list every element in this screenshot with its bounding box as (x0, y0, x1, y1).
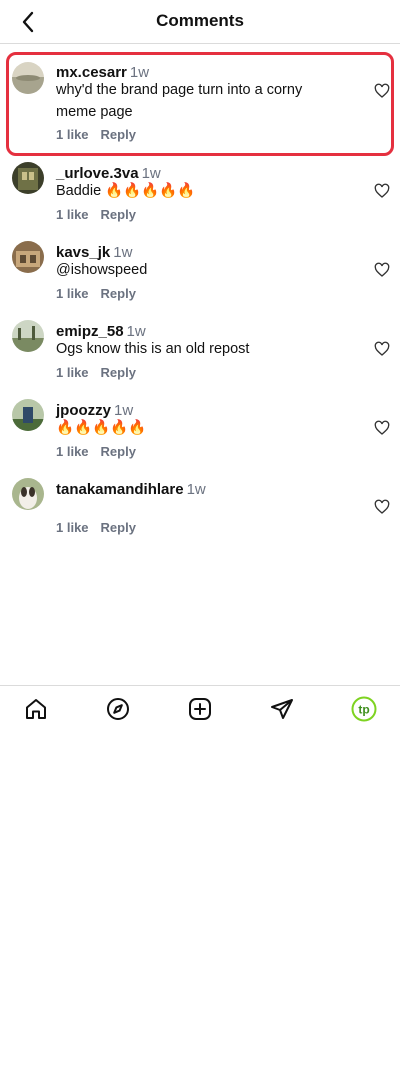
home-icon (26, 699, 46, 719)
create-plus-icon (189, 698, 211, 720)
reply-button[interactable]: Reply (101, 207, 136, 222)
comment-username[interactable]: tanakamandihlare (56, 481, 184, 498)
reply-button[interactable]: Reply (101, 127, 136, 142)
comment-actions: 1 like Reply (56, 365, 136, 380)
comment-meta: tanakamandihlare 1w (56, 481, 206, 499)
profile-avatar: tp (351, 696, 377, 722)
like-count[interactable]: 1 like (56, 127, 89, 142)
heart-icon[interactable] (374, 83, 390, 99)
avatar[interactable] (12, 478, 44, 510)
reply-button[interactable]: Reply (101, 365, 136, 380)
nav-profile[interactable]: tp (351, 696, 377, 722)
heart-icon[interactable] (374, 183, 390, 199)
comment-text: Baddie 🔥🔥🔥🔥🔥 (56, 183, 196, 199)
like-count[interactable]: 1 like (56, 286, 89, 301)
reply-button[interactable]: Reply (101, 520, 136, 535)
page-title: Comments (156, 11, 244, 30)
heart-icon[interactable] (374, 341, 390, 357)
comment-actions: 1 like Reply (56, 286, 136, 301)
nav-explore[interactable] (105, 696, 131, 722)
comment-actions: 1 like Reply (56, 207, 136, 222)
like-count[interactable]: 1 like (56, 207, 89, 222)
explore-compass-icon (107, 698, 129, 720)
comment-text: Ogs know this is an old repost (56, 341, 250, 357)
reply-button[interactable]: Reply (101, 444, 136, 459)
comment-time: 1w (186, 481, 206, 498)
like-count[interactable]: 1 like (56, 365, 89, 380)
avatar[interactable] (12, 241, 44, 273)
comment-text: why'd the brand page turn into a corny m… (56, 82, 303, 120)
nav-messages[interactable] (269, 696, 295, 722)
send-icon (271, 699, 293, 719)
heart-icon[interactable] (374, 262, 390, 278)
heart-icon[interactable] (374, 499, 390, 515)
nav-home[interactable] (23, 696, 49, 722)
header-bar: Comments (0, 0, 400, 44)
avatar[interactable] (12, 399, 44, 431)
avatar[interactable] (12, 320, 44, 352)
like-count[interactable]: 1 like (56, 444, 89, 459)
comment-text: 🔥🔥🔥🔥🔥 (56, 420, 147, 436)
profile-initials: tp (358, 703, 369, 717)
bottom-nav: tp (0, 685, 400, 731)
comment-actions: 1 like Reply (56, 520, 136, 535)
comment-actions: 1 like Reply (56, 127, 136, 142)
reply-button[interactable]: Reply (101, 286, 136, 301)
comment-actions: 1 like Reply (56, 444, 136, 459)
comment-text: @ishowspeed (56, 262, 148, 278)
avatar[interactable] (12, 162, 44, 194)
nav-create[interactable] (187, 696, 213, 722)
like-count[interactable]: 1 like (56, 520, 89, 535)
avatar[interactable] (12, 62, 44, 94)
heart-icon[interactable] (374, 420, 390, 436)
